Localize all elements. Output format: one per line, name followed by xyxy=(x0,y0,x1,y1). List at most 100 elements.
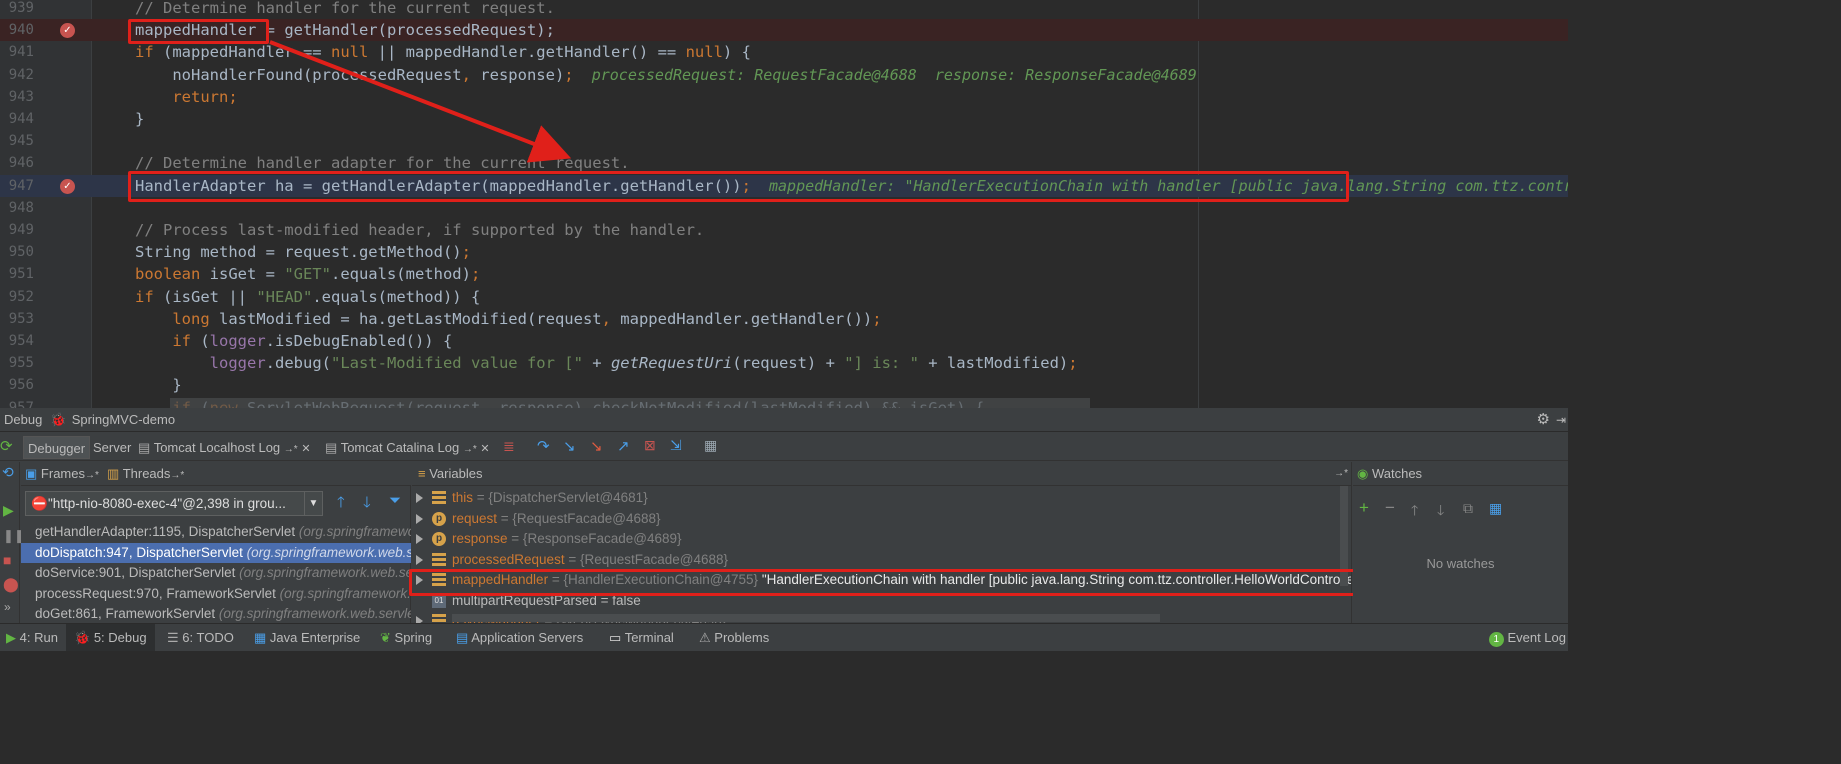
watches-panel: ◉ Watches + − 🡑 🡓 ⧉ ▦ No watches xyxy=(1353,462,1568,623)
add-watch-icon[interactable]: + xyxy=(1359,498,1369,518)
expand-arrow-icon[interactable] xyxy=(416,513,423,524)
expand-arrow-icon[interactable] xyxy=(416,554,423,565)
spring-label: Spring xyxy=(394,630,433,645)
spring-tool-button[interactable]: ❦ Spring xyxy=(376,624,436,651)
run-icon: ▶ xyxy=(6,630,16,645)
expand-arrow-icon[interactable] xyxy=(416,616,423,623)
move-down-icon[interactable]: 🡓 xyxy=(1437,500,1444,524)
force-step-into-icon[interactable]: ↘ xyxy=(590,437,603,455)
filter-icon[interactable]: ⏷ xyxy=(389,492,401,509)
thread-icon: ⛔ xyxy=(31,496,48,511)
copy-icon[interactable]: ⧉ xyxy=(1463,500,1473,517)
variable-row[interactable]: p response = {ResponseFacade@4689} xyxy=(412,529,1351,549)
tab-label: Tomcat Localhost Log xyxy=(153,440,281,455)
frames-panel: ▣ Frames→* ▥ Threads→* ⛔ "http-nio-8080-… xyxy=(21,462,411,623)
code-editor[interactable]: 939// Determine handler for the current … xyxy=(0,0,1568,408)
variable-name: request xyxy=(452,510,501,526)
up-arrow-icon[interactable]: 🡑 xyxy=(337,492,345,517)
stop-icon[interactable]: ■ xyxy=(3,552,11,568)
bug-icon: 🐞 xyxy=(49,412,67,427)
close-icon[interactable]: ✕ xyxy=(301,443,310,455)
down-arrow-icon[interactable]: 🡓 xyxy=(363,492,371,517)
more-icon[interactable]: » xyxy=(4,600,11,614)
tab-tomcat-catalina-log[interactable]: ▤ Tomcat Catalina Log →* ✕ xyxy=(321,436,494,459)
java-enterprise-icon: ▦ xyxy=(254,630,267,645)
tab-pin: →* xyxy=(462,444,477,455)
frame-method: doGet:861, FrameworkServlet xyxy=(35,606,219,621)
java-enterprise-label: Java Enterprise xyxy=(269,630,361,645)
resume-icon[interactable]: ▶ xyxy=(3,502,14,519)
move-up-icon[interactable]: 🡑 xyxy=(1411,500,1418,524)
frames-label: Frames xyxy=(40,466,85,481)
run-config-name: SpringMVC-demo xyxy=(71,412,176,427)
todo-tool-button[interactable]: ☰ 6: TODO xyxy=(163,624,238,651)
debug-label: 5: Debug xyxy=(93,630,147,645)
tab-label: Tomcat Catalina Log xyxy=(340,440,460,455)
problems-tool-button[interactable]: ⚠ Problems xyxy=(695,624,773,651)
close-icon[interactable]: ✕ xyxy=(480,443,489,455)
terminal-tool-button[interactable]: ▭ Terminal xyxy=(605,624,678,651)
tab-debugger[interactable]: Debugger xyxy=(23,436,91,459)
show-watches-icon[interactable]: ▦ xyxy=(1489,500,1502,517)
threads-label: Threads xyxy=(122,466,171,481)
spring-leaf-icon: ❦ xyxy=(380,630,391,645)
debug-left-toolbar: ⟲ ▶ ❚❚ ■ ⬤ » xyxy=(0,462,25,623)
watches-icon: ◉ xyxy=(1357,466,1369,481)
debug-tabs: ⟳ Debugger Server ▤ Tomcat Localhost Log… xyxy=(0,433,1568,461)
run-to-cursor-icon[interactable]: ⇲ xyxy=(670,437,682,454)
frames-icon: ▣ xyxy=(25,466,38,481)
stack-frame[interactable]: getHandlerAdapter:1195, DispatcherServle… xyxy=(21,522,411,542)
drop-frame-icon[interactable]: ⊠ xyxy=(644,437,656,454)
thread-value: "http-nio-8080-exec-4"@2,398 in grou... xyxy=(48,496,286,511)
frame-package: (org.springframework.web.servlet) xyxy=(246,544,411,560)
problems-label: Problems xyxy=(714,630,770,645)
frames-tab[interactable]: ▣ Frames→* xyxy=(25,462,99,488)
expand-arrow-icon[interactable] xyxy=(416,534,423,544)
debug-tool-button[interactable]: 🐞 5: Debug xyxy=(66,624,155,651)
application-servers-tool-button[interactable]: ▤ Application Servers xyxy=(452,624,587,651)
variables-icon: ≡ xyxy=(418,466,426,481)
pin-icon[interactable]: →* xyxy=(1334,462,1348,486)
variables-header: ≡ Variables →* xyxy=(412,462,1351,486)
rerun-icon[interactable]: ⟲ xyxy=(2,464,14,481)
remove-watch-icon[interactable]: − xyxy=(1385,498,1395,518)
frame-package: (org.springframework.web.servlet) xyxy=(298,524,411,539)
stack-frame[interactable]: doService:901, DispatcherServlet (org.sp… xyxy=(21,563,411,583)
step-out-icon[interactable]: ↗ xyxy=(617,437,630,455)
threads-tab[interactable]: ▥ Threads→* xyxy=(107,462,184,488)
event-log-icon: 1 xyxy=(1488,632,1504,647)
event-log-tool-button[interactable]: 1 Event Log xyxy=(1485,624,1568,651)
variable-row[interactable]: p request = {RequestFacade@4688} xyxy=(412,509,1351,529)
editor-horizontal-scrollbar[interactable] xyxy=(170,398,1090,408)
todo-icon: ☰ xyxy=(167,630,179,645)
frames-header: ▣ Frames→* ▥ Threads→* xyxy=(21,462,411,486)
step-into-icon[interactable]: ↘ xyxy=(563,437,576,455)
hide-panel-icon[interactable]: ⇥ xyxy=(1556,408,1566,432)
field-icon xyxy=(432,552,446,567)
variable-type: = {RequestFacade@4688} xyxy=(500,510,661,526)
java-enterprise-tool-button[interactable]: ▦ Java Enterprise xyxy=(250,624,364,651)
run-tool-button[interactable]: ▶ 4: Run xyxy=(2,624,62,651)
tab-tomcat-localhost-log[interactable]: ▤ Tomcat Localhost Log →* ✕ xyxy=(134,436,315,459)
stack-frame[interactable]: processRequest:970, FrameworkServlet (or… xyxy=(21,584,411,604)
restart-icon[interactable]: ⟳ xyxy=(0,437,13,455)
variable-row[interactable]: this = {DispatcherServlet@4681} xyxy=(412,488,1351,508)
todo-label: 6: TODO xyxy=(182,630,234,645)
step-over-icon[interactable]: ↷ xyxy=(537,437,550,455)
settings-gear-icon[interactable]: ⚙ xyxy=(1537,408,1550,432)
frame-method: getHandlerAdapter:1195, DispatcherServle… xyxy=(35,524,299,539)
show-execution-point-icon[interactable]: ≣ xyxy=(503,438,515,455)
stack-frame[interactable]: doDispatch:947, DispatcherServlet (org.s… xyxy=(21,542,411,563)
variables-horizontal-scrollbar[interactable] xyxy=(452,614,1160,622)
expand-arrow-icon[interactable] xyxy=(416,493,423,503)
tab-server[interactable]: Server xyxy=(89,436,135,459)
servers-icon: ▤ xyxy=(456,630,469,645)
variable-row[interactable]: processedRequest = {RequestFacade@4688} xyxy=(412,550,1351,570)
stack-frame[interactable]: doGet:861, FrameworkServlet (org.springf… xyxy=(21,604,411,624)
thread-selector[interactable]: ⛔ "http-nio-8080-exec-4"@2,398 in grou..… xyxy=(25,491,323,516)
variable-type: = {ResponseFacade@4689} xyxy=(511,531,682,546)
evaluate-expression-icon[interactable]: ▦ xyxy=(704,437,717,454)
threads-icon: ▥ xyxy=(107,466,120,481)
parameter-icon: p xyxy=(432,511,446,526)
view-breakpoints-icon[interactable]: ⬤ xyxy=(3,576,19,593)
